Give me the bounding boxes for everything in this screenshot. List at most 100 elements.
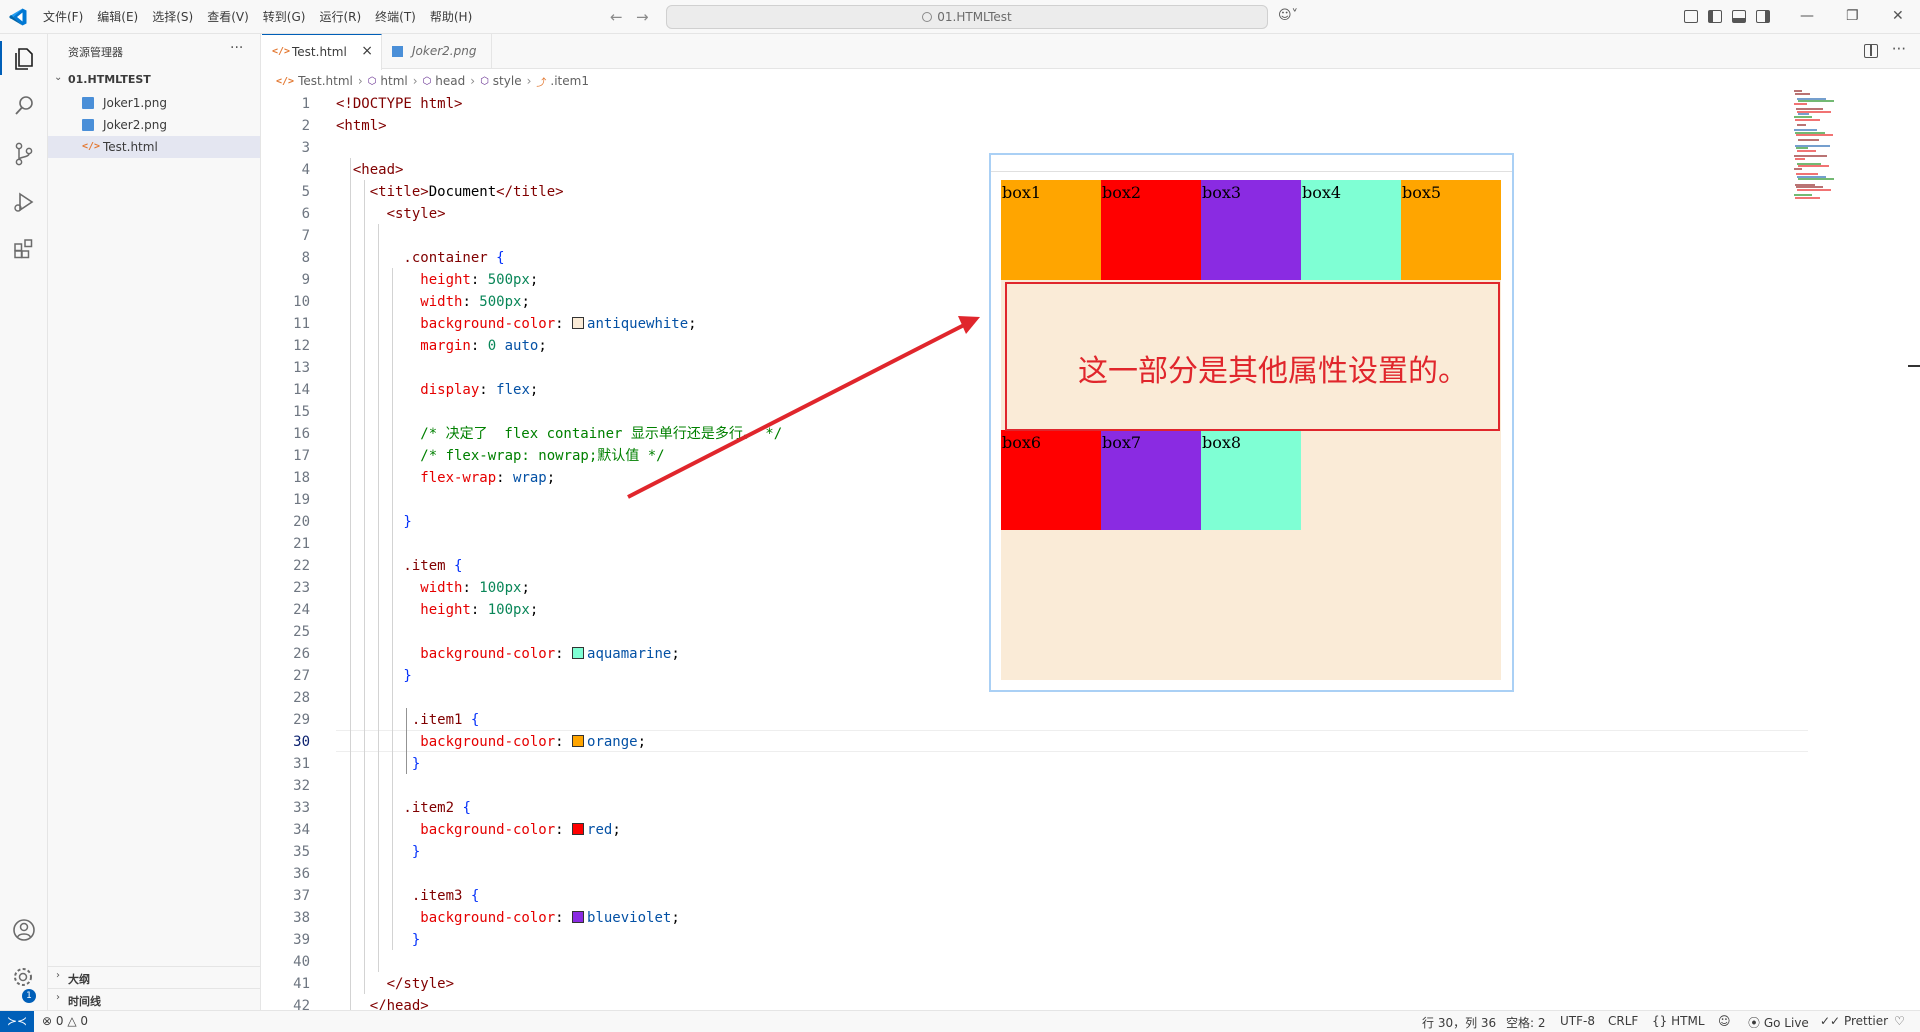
timeline-panel-header[interactable]: › 时间线 (48, 988, 260, 1010)
problems-indicator[interactable]: ⊗ 0 △ 0 (42, 1014, 88, 1028)
code-line: <!DOCTYPE html> (336, 93, 462, 115)
line-number: 9 (301, 272, 310, 288)
minimap-line (1798, 165, 1829, 168)
toggle-primary-sidebar-icon[interactable] (1708, 10, 1722, 23)
encoding[interactable]: UTF-8 (1560, 1014, 1595, 1028)
indentation[interactable]: 空格: 2 (1506, 1014, 1546, 1031)
editor-more-actions-icon[interactable]: ··· (1892, 40, 1906, 58)
customize-layout-icon[interactable] (1684, 10, 1698, 23)
menu-file[interactable]: 文件(F) (36, 0, 90, 34)
close-window-icon[interactable]: ✕ (1892, 6, 1904, 26)
code-line: <title>Document</title> (336, 181, 564, 203)
forward-arrow-icon[interactable]: → (636, 8, 649, 26)
tab-joker2-png[interactable]: Joker2.png (382, 34, 492, 69)
sidebar-title: 资源管理器 (68, 46, 123, 59)
remote-indicator-icon[interactable]: ≻≺ (0, 1011, 34, 1032)
menu-view[interactable]: 查看(V) (200, 0, 256, 34)
tab-test-html[interactable]: </> Test.html × (262, 34, 382, 70)
code-line: .item { (336, 555, 462, 577)
copilot-icon[interactable]: ☺˅ (1278, 8, 1298, 23)
code-token: </style> (336, 976, 455, 992)
code-token: .item (336, 558, 455, 574)
code-line: } (336, 665, 411, 687)
notifications-bell-icon[interactable]: ♡ (1894, 1014, 1905, 1028)
code-line: margin: 0 auto; (336, 335, 546, 357)
file-item-test-html[interactable]: </> Test.html (48, 136, 260, 158)
source-control-icon[interactable] (10, 140, 38, 168)
code-token: height (336, 602, 471, 618)
warning-icon: △ (67, 1014, 77, 1028)
image-file-icon (392, 46, 403, 57)
cursor-position[interactable]: 行 30，列 36 (1422, 1014, 1496, 1031)
back-arrow-icon[interactable]: ← (610, 8, 623, 26)
command-center-search[interactable]: 01.HTMLTest (666, 5, 1268, 29)
color-swatch[interactable] (572, 317, 585, 329)
code-token: wrap (513, 470, 547, 486)
color-swatch[interactable] (572, 911, 585, 923)
code-token: orange (587, 734, 638, 750)
html-file-icon: </> (276, 75, 295, 87)
breadcrumb-label: style (492, 74, 522, 88)
scrollbar-cursor-marker (1908, 365, 1920, 367)
language-mode[interactable]: {} HTML (1652, 1014, 1705, 1028)
outline-panel-header[interactable]: › 大纲 (48, 966, 260, 988)
breadcrumb-item-head[interactable]: ⬡ head (423, 74, 466, 88)
extensions-icon[interactable] (10, 234, 38, 262)
toggle-panel-icon[interactable] (1732, 10, 1746, 23)
code-token: : (555, 646, 573, 662)
line-number: 7 (301, 228, 310, 244)
file-item-joker1[interactable]: Joker1.png (48, 92, 260, 114)
minimap-line (1795, 92, 1810, 95)
code-token: { (454, 558, 463, 574)
split-editor-icon[interactable] (1864, 44, 1878, 58)
close-icon[interactable]: × (361, 43, 373, 59)
menu-go[interactable]: 转到(G) (256, 0, 313, 34)
code-token: blueviolet (587, 910, 672, 926)
line-number: 6 (301, 206, 310, 222)
copilot-status-icon[interactable]: ☺ (1718, 1014, 1731, 1028)
color-swatch[interactable] (572, 735, 585, 747)
color-swatch[interactable] (572, 823, 585, 835)
file-item-joker2[interactable]: Joker2.png (48, 114, 260, 136)
menu-selection[interactable]: 选择(S) (145, 0, 200, 34)
menu-edit[interactable]: 编辑(E) (90, 0, 145, 34)
code-line: <head> (336, 159, 404, 181)
breadcrumb-item-item1[interactable]: ⤴ .item1 (536, 74, 589, 89)
account-icon[interactable] (10, 916, 38, 944)
breadcrumb-item-html[interactable]: ⬡ html (368, 74, 408, 88)
breadcrumb-item-style[interactable]: ⬡ style (480, 74, 522, 88)
flex-item-box: box3 (1201, 180, 1301, 280)
manage-gear-icon[interactable] (10, 964, 38, 992)
breadcrumb-item-file[interactable]: </> Test.html (276, 74, 353, 88)
minimap[interactable] (1790, 90, 1850, 210)
go-live-button[interactable]: ⦿ Go Live (1748, 1014, 1809, 1031)
restore-window-icon[interactable]: ❐ (1846, 6, 1859, 26)
code-token: ; (671, 910, 680, 926)
prettier-button[interactable]: ✓✓ Prettier (1820, 1014, 1888, 1028)
title-bar: 文件(F) 编辑(E) 选择(S) 查看(V) 转到(G) 运行(R) 终端(T… (0, 0, 1920, 34)
code-line: width: 100px; (336, 577, 530, 599)
code-line: /* flex-wrap: nowrap;默认值 */ (336, 445, 664, 467)
explorer-icon[interactable] (10, 44, 38, 72)
flex-item-box: box8 (1201, 430, 1301, 530)
end-of-line[interactable]: CRLF (1608, 1014, 1638, 1028)
sidebar-more-actions-icon[interactable]: ··· (230, 40, 243, 56)
line-number: 40 (293, 954, 310, 970)
code-token: : (555, 734, 573, 750)
menu-help[interactable]: 帮助(H) (423, 0, 479, 34)
toggle-secondary-sidebar-icon[interactable] (1756, 10, 1770, 23)
code-token: ; (546, 470, 556, 486)
line-number: 15 (293, 404, 310, 420)
vscode-logo-icon (9, 8, 27, 26)
run-debug-icon[interactable] (10, 188, 38, 216)
image-file-icon (82, 97, 94, 109)
search-icon[interactable] (10, 92, 38, 120)
code-token: : (496, 470, 514, 486)
minimap-line (1798, 139, 1819, 142)
color-swatch[interactable] (572, 647, 585, 659)
minimize-window-icon[interactable]: — (1800, 6, 1814, 26)
folder-row[interactable]: ⌄ 01.HTMLTEST (48, 70, 260, 90)
line-number: 31 (293, 756, 310, 772)
menu-run[interactable]: 运行(R) (312, 0, 368, 34)
menu-terminal[interactable]: 终端(T) (368, 0, 423, 34)
